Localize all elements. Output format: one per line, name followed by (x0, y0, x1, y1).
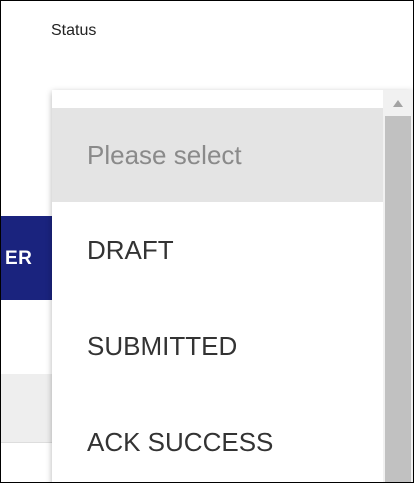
dropdown-option-ack-success[interactable]: ACK SUCCESS (52, 394, 383, 482)
triangle-up-icon[interactable] (383, 96, 413, 110)
status-field-label: Status (51, 22, 97, 39)
dropdown-option-submitted[interactable]: SUBMITTED (52, 298, 383, 394)
status-dropdown-menu[interactable]: Please select DRAFT SUBMITTED ACK SUCCES… (52, 90, 413, 482)
scrollbar-thumb[interactable] (385, 116, 411, 482)
dropdown-scrollbar[interactable] (383, 90, 413, 482)
screenshot-frame: Status ER Please select DRAFT SUBMITTED … (0, 0, 414, 483)
dropdown-option-placeholder[interactable]: Please select (52, 108, 383, 202)
dropdown-option-draft[interactable]: DRAFT (52, 202, 383, 298)
dropdown-options-list: Please select DRAFT SUBMITTED ACK SUCCES… (52, 90, 383, 482)
background-button-label: ER (5, 248, 33, 269)
